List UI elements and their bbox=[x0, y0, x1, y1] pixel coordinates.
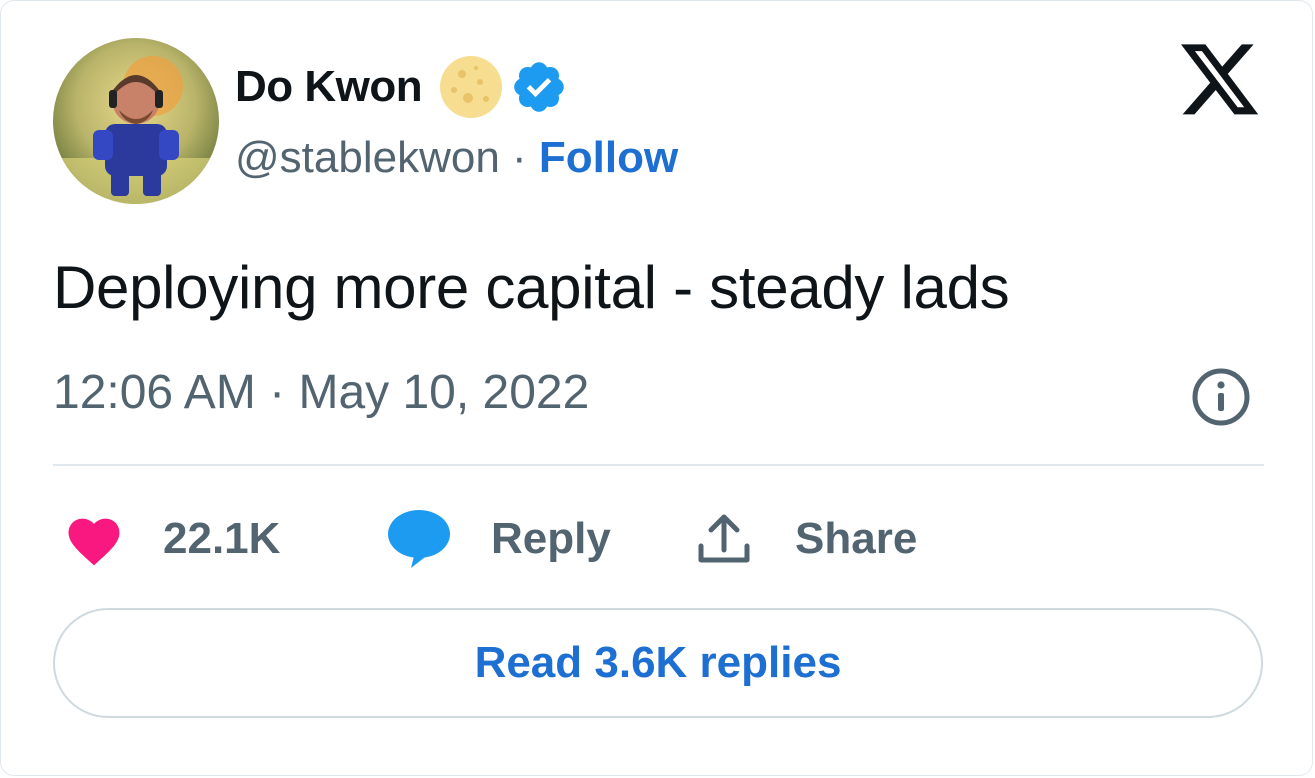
author-handle[interactable]: @stablekwon bbox=[235, 133, 500, 182]
heart-icon bbox=[68, 518, 120, 566]
divider bbox=[53, 464, 1264, 466]
author-display-name[interactable]: Do Kwon bbox=[235, 62, 423, 112]
info-icon[interactable] bbox=[1191, 367, 1251, 427]
read-replies-label: Read 3.6K replies bbox=[474, 638, 842, 687]
verified-icon bbox=[514, 62, 564, 112]
share-label: Share bbox=[795, 514, 918, 563]
handle-separator: · bbox=[512, 133, 539, 182]
moon-icon bbox=[440, 56, 503, 118]
avatar-image bbox=[53, 38, 219, 204]
tweet-text: Deploying more capital - steady lads bbox=[53, 254, 1010, 321]
reply-button[interactable]: Reply bbox=[387, 501, 611, 577]
read-replies-button[interactable]: Read 3.6K replies bbox=[53, 608, 1263, 718]
like-button[interactable]: 22.1K bbox=[63, 501, 280, 577]
author-name-row: Do Kwon bbox=[235, 56, 568, 118]
speech-bubble-icon bbox=[388, 510, 450, 568]
follow-button[interactable]: Follow bbox=[539, 133, 678, 182]
tweet-timestamp[interactable]: 12:06 AM · May 10, 2022 bbox=[53, 365, 589, 420]
like-count: 22.1K bbox=[163, 514, 281, 563]
share-icon bbox=[698, 514, 750, 563]
tweet-card: Do Kwon @stablekwon · Follow Deploying m… bbox=[0, 0, 1313, 776]
author-handle-row: @stablekwon · Follow bbox=[235, 133, 678, 183]
x-logo-icon[interactable] bbox=[1181, 44, 1261, 118]
reply-label: Reply bbox=[491, 514, 611, 563]
avatar[interactable] bbox=[53, 38, 219, 204]
action-bar: 22.1K Reply Share bbox=[1, 501, 1315, 577]
share-button[interactable]: Share bbox=[695, 501, 917, 577]
